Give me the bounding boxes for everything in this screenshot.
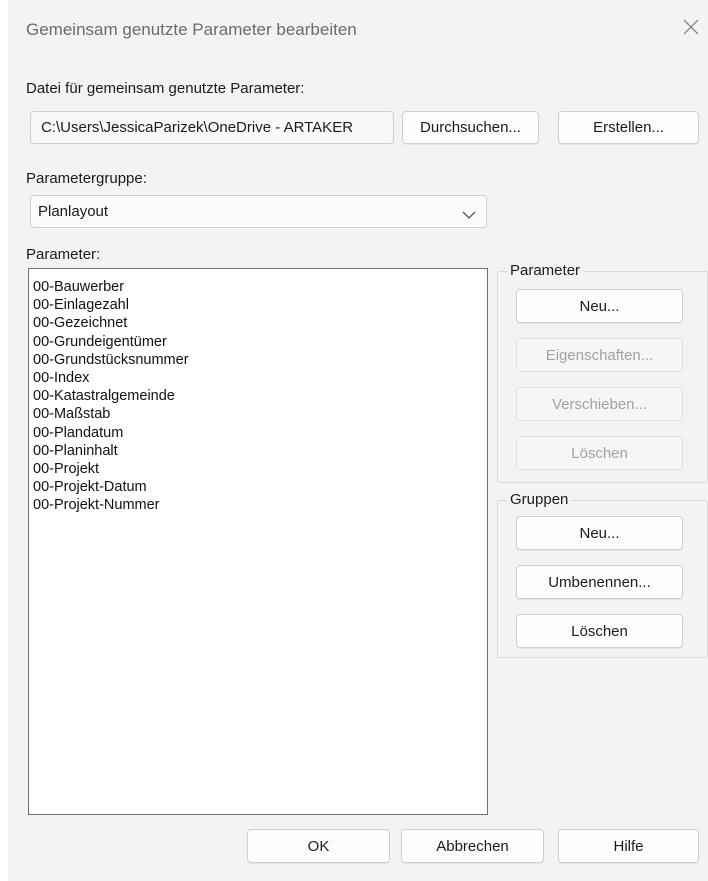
parameter-group-value: Planlayout [38, 203, 109, 220]
parameters-label: Parameter: [26, 246, 101, 263]
ok-button[interactable]: OK [247, 829, 390, 863]
new-parameter-button[interactable]: Neu... [516, 289, 683, 323]
rename-group-button[interactable]: Umbenennen... [516, 565, 683, 599]
create-button[interactable]: Erstellen... [558, 111, 699, 144]
list-item[interactable]: 00-Projekt-Nummer [33, 496, 487, 514]
list-item[interactable]: 00-Grundeigentümer [33, 333, 487, 351]
list-item[interactable]: 00-Projekt-Datum [33, 478, 487, 496]
list-item[interactable]: 00-Katastralgemeinde [33, 387, 487, 405]
browse-button[interactable]: Durchsuchen... [402, 111, 539, 144]
cancel-button[interactable]: Abbrechen [401, 829, 544, 863]
delete-group-button[interactable]: Löschen [516, 614, 683, 648]
shared-file-label: Datei für gemeinsam genutzte Parameter: [26, 80, 305, 97]
list-item[interactable]: 00-Index [33, 369, 487, 387]
list-item[interactable]: 00-Maßstab [33, 405, 487, 423]
parameter-group-select[interactable]: Planlayout [30, 195, 487, 228]
parameter-properties-button[interactable]: Eigenschaften... [516, 338, 683, 372]
parameter-box-legend: Parameter [507, 262, 584, 279]
new-group-button[interactable]: Neu... [516, 516, 683, 550]
delete-parameter-button[interactable]: Löschen [516, 436, 683, 470]
parameters-list[interactable]: 00-Bauwerber 00-Einlagezahl 00-Gezeichne… [28, 268, 488, 815]
list-item[interactable]: 00-Gezeichnet [33, 314, 487, 332]
help-button[interactable]: Hilfe [558, 829, 699, 863]
dialog-title: Gemeinsam genutzte Parameter bearbeiten [26, 20, 357, 39]
list-item[interactable]: 00-Bauwerber [33, 278, 487, 296]
shared-parameters-dialog: Gemeinsam genutzte Parameter bearbeiten … [8, 0, 708, 881]
move-parameter-button[interactable]: Verschieben... [516, 387, 683, 421]
list-item[interactable]: 00-Plandatum [33, 424, 487, 442]
chevron-down-icon [462, 207, 476, 219]
shared-file-path-field[interactable]: C:\Users\JessicaParizek\OneDrive - ARTAK… [30, 111, 394, 144]
close-icon[interactable] [680, 16, 702, 38]
groups-box-legend: Gruppen [507, 491, 572, 508]
parameter-group-label: Parametergruppe: [26, 170, 147, 187]
shared-file-path-text: C:\Users\JessicaParizek\OneDrive - ARTAK… [41, 119, 354, 136]
list-item[interactable]: 00-Einlagezahl [33, 296, 487, 314]
list-item[interactable]: 00-Grundstücksnummer [33, 351, 487, 369]
list-item[interactable]: 00-Planinhalt [33, 442, 487, 460]
list-item[interactable]: 00-Projekt [33, 460, 487, 478]
